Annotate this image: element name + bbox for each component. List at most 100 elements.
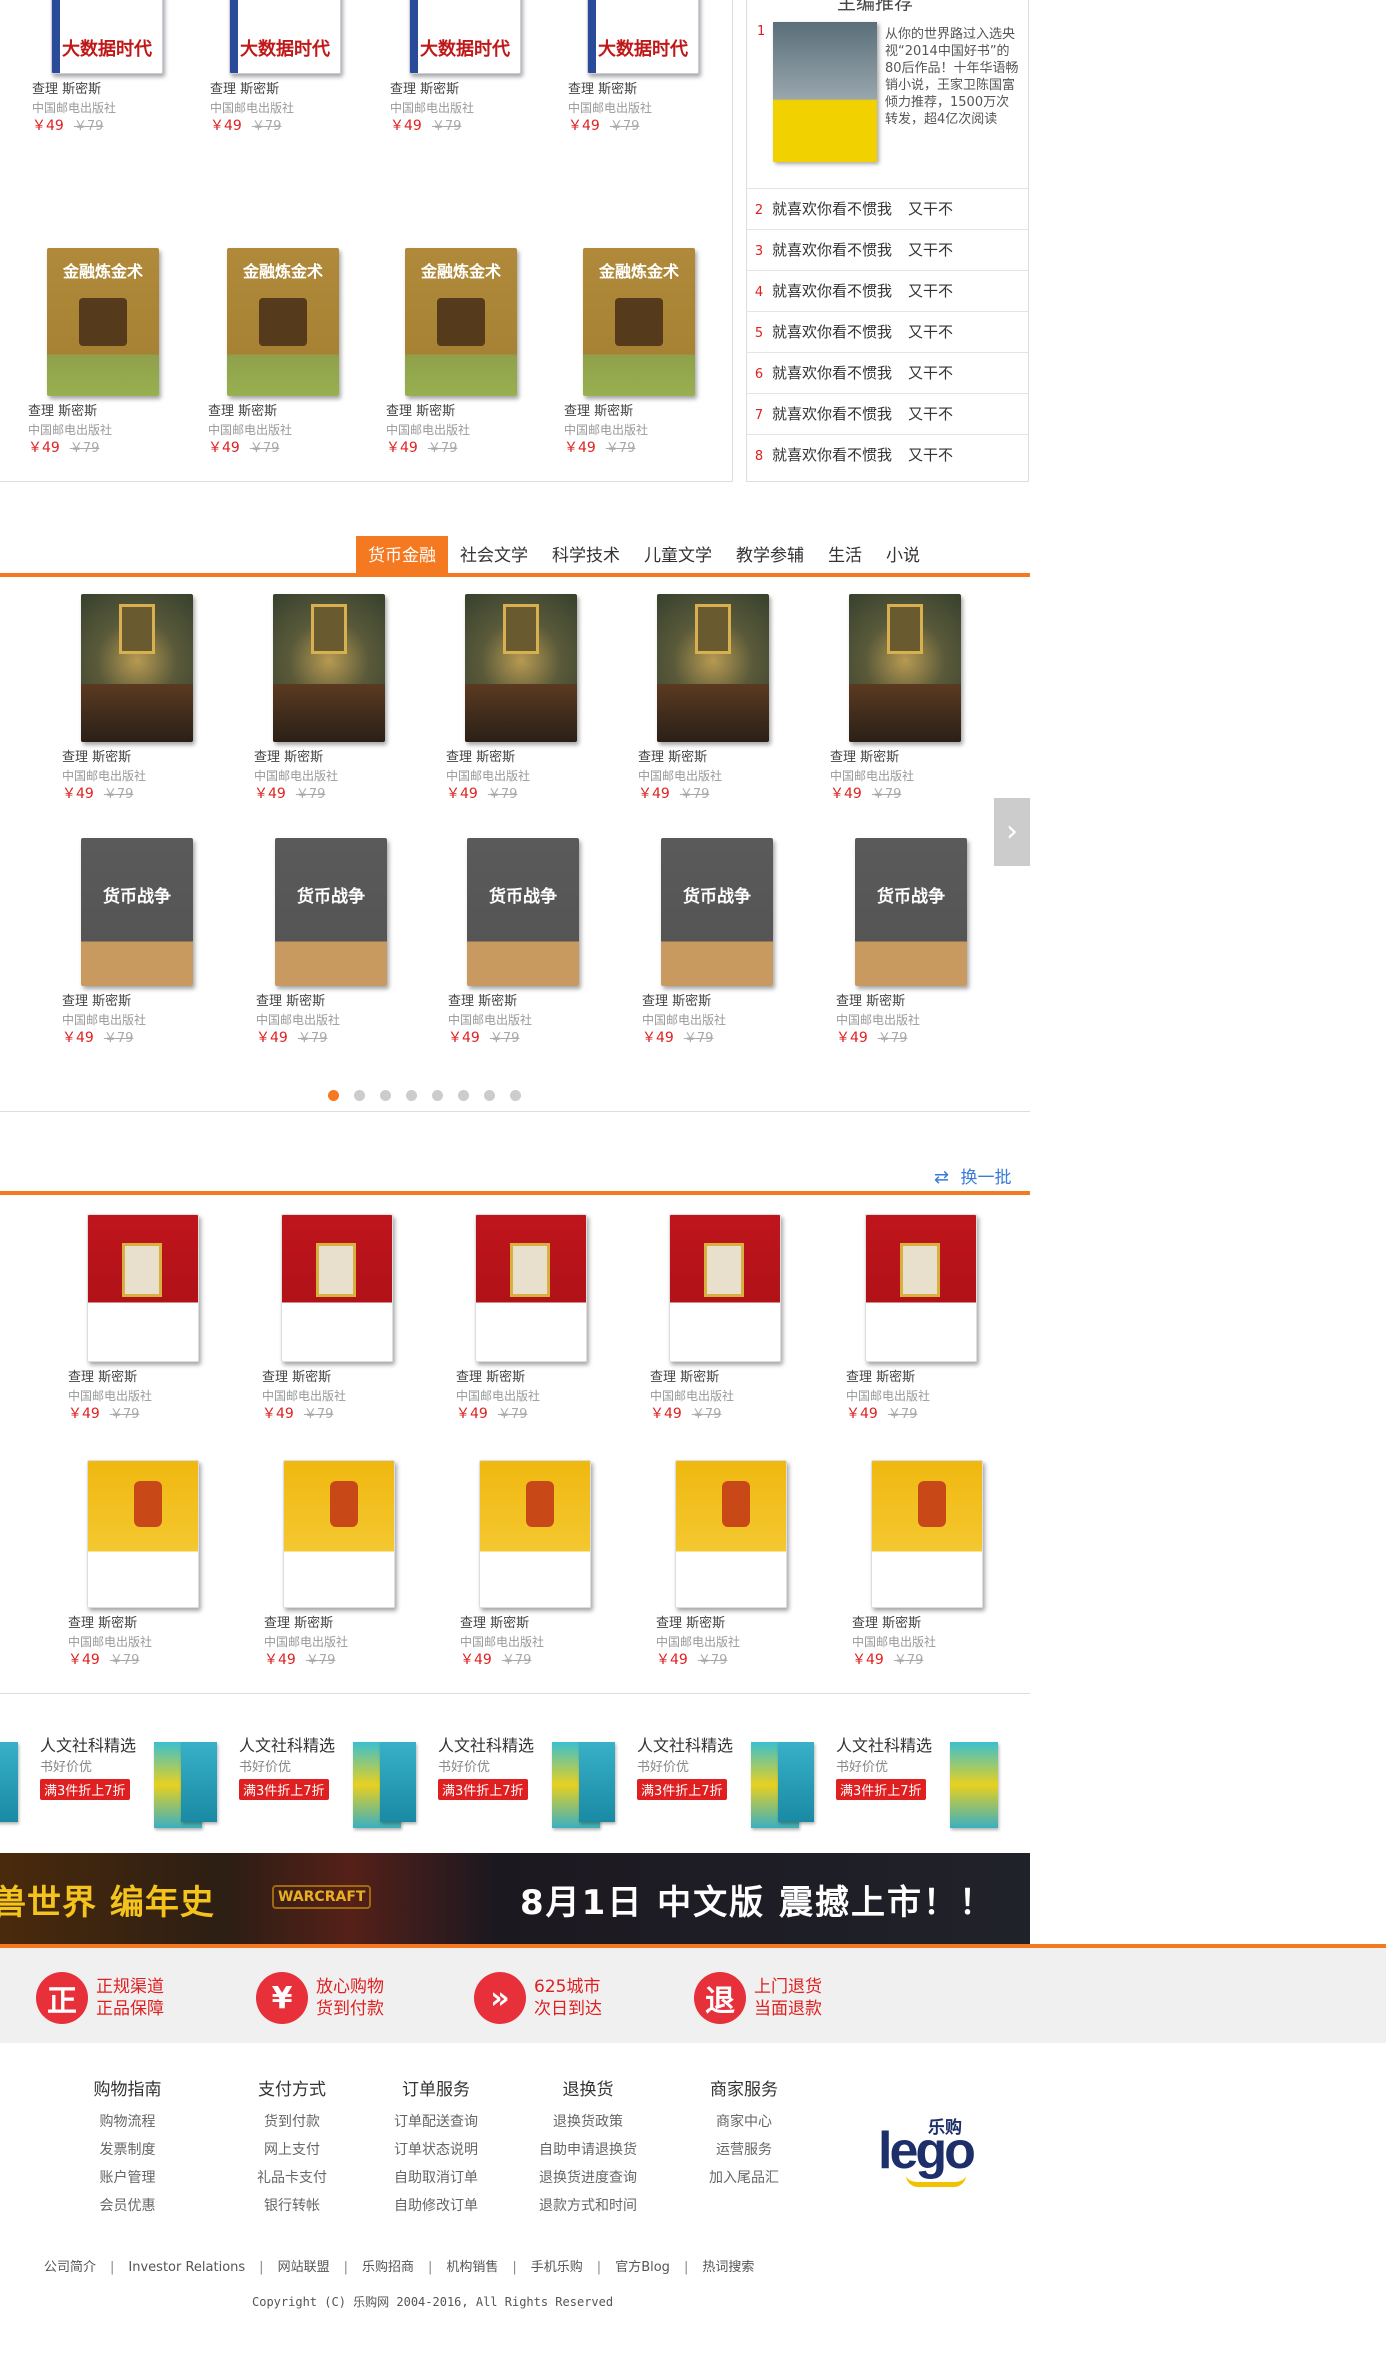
footer-link[interactable]: 商家中心 [684, 2108, 804, 2136]
book-item[interactable]: 查理 斯密斯 中国邮电出版社 ￥49 ￥79 [456, 1214, 606, 1424]
bottom-link[interactable]: 网站联盟 [278, 2260, 330, 2275]
book-item[interactable]: 货币战争 查理 斯密斯 中国邮电出版社 ￥49 ￥79 [62, 838, 212, 1048]
book-item[interactable]: 查理 斯密斯 中国邮电出版社 ￥49 ￥79 [68, 1460, 218, 1670]
book-cover[interactable]: 货币战争 [661, 838, 773, 986]
book-item[interactable]: BIG DATA 大数据时代查理 斯密斯中国邮电出版社 ￥49 ￥79 [32, 0, 182, 136]
promo-item[interactable]: 人文社科精选 书好价优 满3件折上7折 [0, 1732, 202, 1832]
carousel-dot[interactable] [354, 1090, 365, 1101]
lego-logo[interactable]: 乐购 lego [878, 2113, 998, 2193]
book-item[interactable]: BIG DATA 大数据时代查理 斯密斯中国邮电出版社 ￥49 ￥79 [210, 0, 360, 136]
bottom-link[interactable]: 手机乐购 [531, 2260, 583, 2275]
book-item[interactable]: 查理 斯密斯 中国邮电出版社 ￥49 ￥79 [68, 1214, 218, 1424]
book-cover[interactable]: BIG DATA 大数据时代 [229, 0, 341, 74]
book-item[interactable]: 货币战争 查理 斯密斯 中国邮电出版社 ￥49 ￥79 [448, 838, 598, 1048]
footer-link[interactable]: 购物流程 [80, 2108, 175, 2136]
carousel-dot[interactable] [432, 1090, 443, 1101]
footer-link[interactable]: 退款方式和时间 [528, 2192, 648, 2220]
bottom-link[interactable]: 官方Blog [615, 2260, 670, 2275]
book-cover[interactable]: 金融炼金术 [583, 248, 695, 396]
book-cover[interactable]: BIG DATA 大数据时代 [51, 0, 163, 74]
book-cover[interactable] [81, 594, 193, 742]
book-item[interactable]: 查理 斯密斯 中国邮电出版社 ￥49 ￥79 [650, 1214, 800, 1424]
editor-pick-top-item[interactable]: 1 从你的世界路过入选央视“2014中国好书”的80后作品！十年华语畅销小说，王… [753, 22, 1023, 182]
promo-item[interactable]: 人文社科精选 书好价优 满3件折上7折 [778, 1732, 998, 1832]
book-item[interactable]: 查理 斯密斯 中国邮电出版社 ￥49 ￥79 [656, 1460, 806, 1670]
rank-item[interactable]: 8 就喜欢你看不惯我 又干不 [746, 434, 1029, 475]
carousel-dot[interactable] [458, 1090, 469, 1101]
rank-item[interactable]: 4 就喜欢你看不惯我 又干不 [746, 270, 1029, 311]
book-cover[interactable]: 货币战争 [81, 838, 193, 986]
book-cover[interactable] [865, 1214, 977, 1362]
tab-1[interactable]: 社会文学 [448, 536, 540, 576]
book-cover[interactable] [479, 1460, 591, 1608]
bottom-link[interactable]: 热词搜索 [702, 2260, 754, 2275]
book-item[interactable]: 查理 斯密斯 中国邮电出版社 ￥49 ￥79 [638, 594, 788, 804]
rank-item[interactable]: 3 就喜欢你看不惯我 又干不 [746, 229, 1029, 270]
footer-link[interactable]: 自助申请退换货 [528, 2136, 648, 2164]
book-item[interactable]: 货币战争 查理 斯密斯 中国邮电出版社 ￥49 ￥79 [642, 838, 792, 1048]
book-cover[interactable] [669, 1214, 781, 1362]
footer-link[interactable]: 货到付款 [232, 2108, 352, 2136]
tab-4[interactable]: 教学参辅 [724, 536, 816, 576]
carousel-dot[interactable] [328, 1090, 339, 1101]
book-cover[interactable]: 金融炼金术 [405, 248, 517, 396]
book-cover[interactable]: 货币战争 [467, 838, 579, 986]
footer-link[interactable]: 自助取消订单 [376, 2164, 496, 2192]
bottom-link[interactable]: 乐购招商 [362, 2260, 414, 2275]
book-item[interactable]: 查理 斯密斯 中国邮电出版社 ￥49 ￥79 [262, 1214, 412, 1424]
book-cover[interactable]: 金融炼金术 [47, 248, 159, 396]
book-item[interactable]: 金融炼金术 查理 斯密斯 中国邮电出版社 ￥49 ￥79 [564, 248, 714, 458]
book-cover[interactable]: BIG DATA 大数据时代 [587, 0, 699, 74]
rank-item[interactable]: 7 就喜欢你看不惯我 又干不 [746, 393, 1029, 434]
footer-link[interactable]: 发票制度 [80, 2136, 175, 2164]
book-item[interactable]: 金融炼金术 查理 斯密斯 中国邮电出版社 ￥49 ￥79 [208, 248, 358, 458]
book-item[interactable]: 金融炼金术 查理 斯密斯 中国邮电出版社 ￥49 ￥79 [28, 248, 178, 458]
book-item[interactable]: 查理 斯密斯 中国邮电出版社 ￥49 ￥79 [254, 594, 404, 804]
footer-link[interactable]: 加入尾品汇 [684, 2164, 804, 2192]
tab-2[interactable]: 科学技术 [540, 536, 632, 576]
footer-link[interactable]: 账户管理 [80, 2164, 175, 2192]
book-cover[interactable] [87, 1460, 199, 1608]
book-item[interactable]: BIG DATA 大数据时代查理 斯密斯中国邮电出版社 ￥49 ￥79 [568, 0, 718, 136]
book-cover[interactable] [849, 594, 961, 742]
book-item[interactable]: 查理 斯密斯 中国邮电出版社 ￥49 ￥79 [846, 1214, 996, 1424]
book-cover[interactable] [283, 1460, 395, 1608]
book-item[interactable]: BIG DATA 大数据时代查理 斯密斯中国邮电出版社 ￥49 ￥79 [390, 0, 540, 136]
tab-3[interactable]: 儿童文学 [632, 536, 724, 576]
tab-0[interactable]: 货币金融 [356, 536, 448, 576]
book-cover[interactable] [871, 1460, 983, 1608]
book-cover[interactable] [281, 1214, 393, 1362]
tab-6[interactable]: 小说 [874, 536, 932, 576]
carousel-dot[interactable] [484, 1090, 495, 1101]
refresh-batch-button[interactable]: ⇄ 换一批 [934, 1163, 1012, 1188]
promo-item[interactable]: 人文社科精选 书好价优 满3件折上7折 [181, 1732, 401, 1832]
footer-link[interactable]: 自助修改订单 [376, 2192, 496, 2220]
promo-item[interactable]: 人文社科精选 书好价优 满3件折上7折 [380, 1732, 600, 1832]
warcraft-banner[interactable]: 兽世界 编年史 WARCRAFT 8月1日 中文版 震撼上市！！ [0, 1853, 1030, 1944]
book-item[interactable]: 查理 斯密斯 中国邮电出版社 ￥49 ￥79 [852, 1460, 1002, 1670]
bottom-link[interactable]: 公司简介 [44, 2260, 96, 2275]
footer-link[interactable]: 网上支付 [232, 2136, 352, 2164]
footer-link[interactable]: 订单状态说明 [376, 2136, 496, 2164]
book-cover[interactable]: 货币战争 [275, 838, 387, 986]
carousel-dot[interactable] [406, 1090, 417, 1101]
promo-item[interactable]: 人文社科精选 书好价优 满3件折上7折 [579, 1732, 799, 1832]
book-cover[interactable]: BIG DATA 大数据时代 [409, 0, 521, 74]
book-cover[interactable]: 金融炼金术 [227, 248, 339, 396]
tab-5[interactable]: 生活 [816, 536, 874, 576]
book-cover[interactable] [475, 1214, 587, 1362]
footer-link[interactable]: 礼品卡支付 [232, 2164, 352, 2192]
carousel-dot[interactable] [380, 1090, 391, 1101]
bottom-link[interactable]: 机构销售 [446, 2260, 498, 2275]
book-item[interactable]: 查理 斯密斯 中国邮电出版社 ￥49 ￥79 [62, 594, 212, 804]
book-cover[interactable] [657, 594, 769, 742]
bottom-link[interactable]: Investor Relations [128, 2260, 245, 2275]
rank-item[interactable]: 2 就喜欢你看不惯我 又干不 [746, 188, 1029, 229]
book-cover[interactable] [273, 594, 385, 742]
rank-item[interactable]: 5 就喜欢你看不惯我 又干不 [746, 311, 1029, 352]
footer-link[interactable]: 银行转帐 [232, 2192, 352, 2220]
footer-link[interactable]: 运营服务 [684, 2136, 804, 2164]
book-cover[interactable]: 货币战争 [855, 838, 967, 986]
rank-item[interactable]: 6 就喜欢你看不惯我 又干不 [746, 352, 1029, 393]
book-item[interactable]: 金融炼金术 查理 斯密斯 中国邮电出版社 ￥49 ￥79 [386, 248, 536, 458]
